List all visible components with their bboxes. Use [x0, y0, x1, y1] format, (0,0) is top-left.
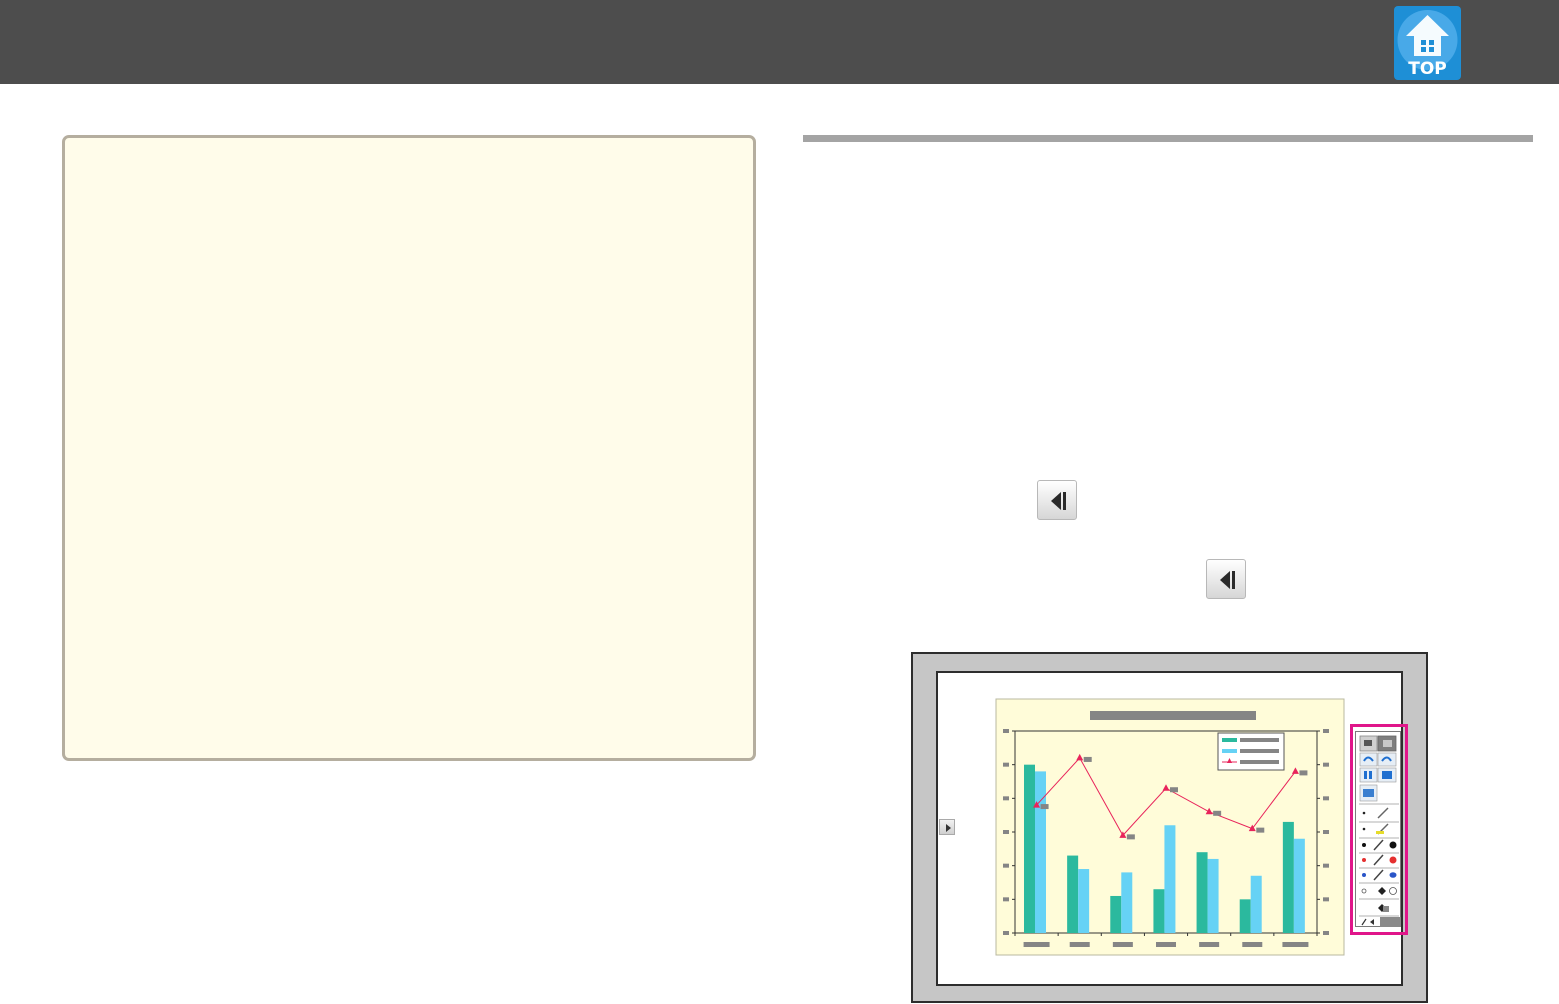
highlighter-icon[interactable] [1362, 823, 1389, 835]
legend-label-placeholder [1240, 749, 1279, 753]
clear-icon[interactable] [1378, 904, 1389, 912]
y-tick-label [1003, 897, 1009, 902]
chart [995, 698, 1345, 956]
y-tick-label [1003, 931, 1009, 935]
x-tick-label [1242, 942, 1263, 947]
blue-pen-icon[interactable] [1362, 869, 1397, 881]
chart-bar [1153, 889, 1165, 933]
red-pen-icon[interactable] [1362, 854, 1397, 866]
chart-bar [1239, 899, 1251, 933]
show-toolbar-tab[interactable] [939, 819, 955, 835]
y2-tick-label [1323, 897, 1329, 902]
y2-tick-label [1323, 830, 1329, 834]
legend-swatch-2 [1222, 749, 1237, 753]
y2-tick-label [1323, 863, 1329, 868]
chart-legend [1217, 732, 1285, 771]
chart-title-placeholder [1090, 711, 1256, 720]
chart-bar [1110, 895, 1122, 933]
legend-label-placeholder [1240, 738, 1279, 742]
x-tick-label [1282, 942, 1309, 947]
redo-icon[interactable] [1377, 752, 1397, 767]
x-tick-label [1156, 942, 1176, 947]
x-tick-label [1023, 942, 1050, 947]
data-label-placeholder [1126, 834, 1135, 840]
chart-bar [1067, 855, 1079, 933]
drawing-toolbar [1355, 731, 1401, 927]
triangle-right-icon [946, 824, 951, 832]
undo-icon[interactable] [1359, 752, 1378, 767]
y-tick-label [1003, 762, 1009, 767]
y-tick-label [1003, 830, 1009, 834]
chart-bar [1024, 764, 1035, 933]
whiteboard-icon[interactable] [1359, 767, 1378, 783]
toolbar-icons [1359, 735, 1401, 927]
hide-toolbar-icon[interactable] [1361, 917, 1401, 927]
chart-bar [1282, 821, 1294, 933]
chart-bar [1164, 825, 1176, 933]
data-label-placeholder [1256, 827, 1265, 833]
chart-bar [1121, 872, 1133, 933]
chart-bar [1207, 858, 1219, 933]
eraser-icon[interactable] [1361, 887, 1397, 895]
chart-bar [1293, 838, 1305, 933]
chart-bar [1196, 852, 1208, 933]
y2-tick-label [1323, 931, 1329, 935]
data-label-placeholder [1299, 770, 1308, 776]
data-label-placeholder [1040, 804, 1049, 810]
y2-tick-label [1323, 796, 1329, 801]
y2-tick-label [1323, 729, 1329, 733]
thin-pen-icon[interactable] [1362, 807, 1389, 819]
y-tick-label [1003, 863, 1009, 868]
x-tick-label [1069, 942, 1090, 947]
data-label-placeholder [1083, 756, 1092, 762]
legend-label-placeholder [1240, 760, 1279, 764]
x-tick-label [1112, 942, 1133, 947]
x-tick-label [1199, 942, 1220, 947]
chart-bar [1250, 875, 1262, 933]
data-label-placeholder [1213, 810, 1222, 816]
chart-bar [1078, 869, 1090, 933]
y-tick-label [1003, 729, 1009, 733]
y2-tick-label [1323, 762, 1329, 767]
data-label-placeholder [1170, 787, 1178, 793]
legend-swatch-1 [1222, 738, 1237, 742]
black-pen-icon[interactable] [1362, 839, 1397, 851]
y-tick-label [1003, 796, 1009, 801]
chart-bar [1035, 771, 1046, 933]
